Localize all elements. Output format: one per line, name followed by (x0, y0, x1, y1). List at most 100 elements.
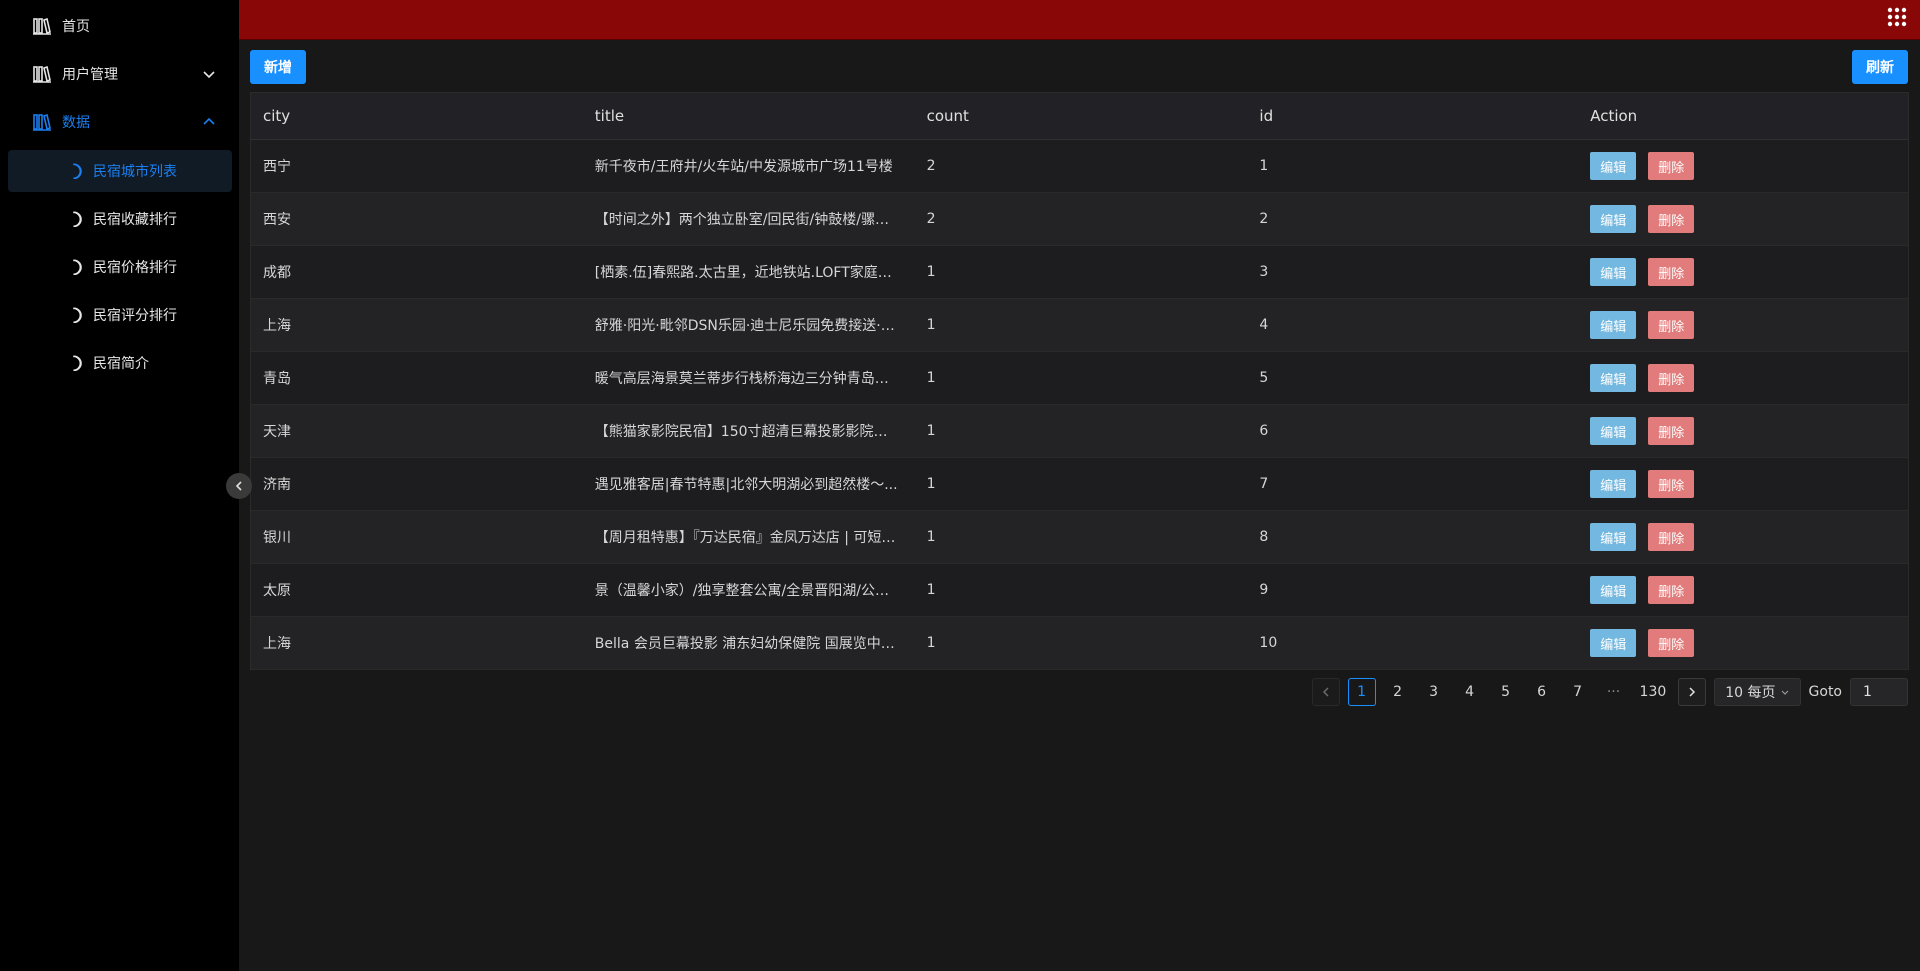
edit-button[interactable]: 编辑 (1590, 311, 1637, 339)
chevron-up-icon (203, 117, 215, 125)
sidebar-item-label: 首页 (62, 19, 90, 35)
cell-action: 编辑 删除 (1578, 311, 1908, 339)
page-button-last[interactable]: 130 (1636, 678, 1671, 706)
moon-icon (64, 257, 84, 277)
cell-title: 【时间之外】两个独立卧室/回民街/钟鼓楼/骡马市... (594, 212, 915, 228)
column-header-id: id (1259, 107, 1274, 125)
cell-city: 济南 (263, 477, 291, 493)
cell-city: 青岛 (263, 371, 291, 387)
sidebar-collapse-button[interactable] (226, 473, 252, 499)
page-ellipsis[interactable]: ··· (1600, 684, 1628, 700)
table-row: 上海 Bella 会员巨幕投影 浦东妇幼保健院 国展览中心... 1 10 编辑 删除 (251, 617, 1908, 670)
moon-icon (64, 161, 84, 181)
cell-title: 舒雅·阳光·毗邻DSN乐园·迪士尼乐园免费接送·早餐... (594, 318, 915, 334)
cell-count: 2 (926, 211, 936, 227)
page-button-5[interactable]: 5 (1492, 678, 1520, 706)
cell-title: [栖素.伍]春熙路.太古里，近地铁站.LOFT家庭影院... (594, 265, 915, 281)
cell-count: 1 (926, 476, 936, 492)
cell-city: 成都 (263, 265, 291, 281)
edit-button[interactable]: 编辑 (1590, 629, 1637, 657)
cell-id: 10 (1259, 635, 1278, 651)
sidebar-item-user-management[interactable]: 用户管理 (0, 54, 239, 94)
cell-id: 6 (1259, 423, 1269, 439)
page-button-1[interactable]: 1 (1347, 678, 1376, 706)
column-header-title: title (594, 107, 625, 125)
sidebar-subitem-intro[interactable]: 民宿简介 (8, 342, 232, 384)
sidebar: 首页 用户管理 数据 民宿城市列表 民宿收藏排行 民宿价格排行 民宿评分排行 民… (0, 0, 239, 971)
cell-id: 8 (1259, 529, 1269, 545)
table-row: 太原 景（温馨小家）/独享整套公寓/全景晋阳湖/公园... 1 9 编辑 删除 (251, 564, 1908, 617)
sidebar-subitem-favorites-rank[interactable]: 民宿收藏排行 (8, 198, 232, 240)
cell-action: 编辑 删除 (1578, 629, 1908, 657)
page-button-7[interactable]: 7 (1564, 678, 1592, 706)
cell-id: 5 (1259, 370, 1269, 386)
page-size-value: 10 每页 (1725, 685, 1776, 701)
cell-city: 银川 (263, 530, 291, 546)
add-button[interactable]: 新增 (250, 50, 306, 84)
cell-action: 编辑 删除 (1578, 258, 1908, 286)
delete-button[interactable]: 删除 (1648, 417, 1695, 445)
sidebar-subitem-label: 民宿城市列表 (93, 164, 177, 180)
edit-button[interactable]: 编辑 (1590, 523, 1637, 551)
cell-action: 编辑 删除 (1578, 364, 1908, 392)
prev-page-button[interactable] (1311, 678, 1340, 706)
page-button-3[interactable]: 3 (1420, 678, 1448, 706)
chevron-left-icon (235, 481, 242, 491)
delete-button[interactable]: 删除 (1648, 576, 1695, 604)
data-table: city title count id Action 西宁 新千夜市/王府井/火车… (250, 92, 1909, 670)
goto-page-input[interactable] (1850, 678, 1908, 706)
edit-button[interactable]: 编辑 (1590, 258, 1637, 286)
cell-action: 编辑 删除 (1578, 417, 1908, 445)
edit-button[interactable]: 编辑 (1590, 205, 1637, 233)
edit-button[interactable]: 编辑 (1590, 417, 1637, 445)
cell-title: 暖气高层海景莫兰蒂步行栈桥海边三分钟青岛站... (594, 371, 903, 387)
edit-button[interactable]: 编辑 (1590, 576, 1637, 604)
edit-button[interactable]: 编辑 (1590, 470, 1637, 498)
library-icon (31, 63, 53, 85)
library-icon (31, 111, 53, 133)
cell-city: 西宁 (263, 159, 291, 175)
delete-button[interactable]: 删除 (1648, 364, 1695, 392)
sidebar-item-label: 用户管理 (62, 67, 118, 83)
cell-action: 编辑 删除 (1578, 576, 1908, 604)
page-size-select[interactable]: 10 每页 (1714, 678, 1801, 706)
page-button-2[interactable]: 2 (1384, 678, 1412, 706)
delete-button[interactable]: 删除 (1648, 470, 1695, 498)
sidebar-subitem-price-rank[interactable]: 民宿价格排行 (8, 246, 232, 288)
cell-count: 1 (926, 423, 936, 439)
sidebar-subitem-label: 民宿收藏排行 (93, 212, 177, 228)
sidebar-item-data[interactable]: 数据 (0, 102, 239, 142)
cell-count: 1 (926, 264, 936, 280)
table-row: 济南 遇见雅客居|春节特惠|北邻大明湖必到超然楼～... 1 7 编辑 删除 (251, 458, 1908, 511)
refresh-button[interactable]: 刷新 (1852, 50, 1908, 84)
page-button-4[interactable]: 4 (1456, 678, 1484, 706)
delete-button[interactable]: 删除 (1648, 523, 1695, 551)
delete-button[interactable]: 删除 (1648, 258, 1695, 286)
chevron-right-icon (1689, 687, 1696, 697)
delete-button[interactable]: 删除 (1648, 152, 1695, 180)
apps-grid-icon[interactable] (1886, 6, 1908, 28)
sidebar-subitem-city-list[interactable]: 民宿城市列表 (8, 150, 232, 192)
edit-button[interactable]: 编辑 (1590, 152, 1637, 180)
page-button-6[interactable]: 6 (1528, 678, 1556, 706)
sidebar-item-home[interactable]: 首页 (0, 6, 239, 46)
cell-count: 1 (926, 370, 936, 386)
sidebar-subitem-label: 民宿价格排行 (93, 260, 177, 276)
cell-city: 天津 (263, 424, 291, 440)
cell-count: 1 (926, 635, 936, 651)
delete-button[interactable]: 删除 (1648, 311, 1695, 339)
delete-button[interactable]: 删除 (1648, 205, 1695, 233)
sidebar-item-label: 数据 (62, 115, 90, 131)
cell-count: 1 (926, 529, 936, 545)
sidebar-subitem-rating-rank[interactable]: 民宿评分排行 (8, 294, 232, 336)
table-row: 上海 舒雅·阳光·毗邻DSN乐园·迪士尼乐园免费接送·早餐... 1 4 编辑 删除 (251, 299, 1908, 352)
cell-title: 遇见雅客居|春节特惠|北邻大明湖必到超然楼～... (594, 477, 898, 493)
cell-id: 3 (1259, 264, 1269, 280)
edit-button[interactable]: 编辑 (1590, 364, 1637, 392)
table-row: 西宁 新千夜市/王府井/火车站/中发源城市广场11号楼 2 1 编辑 删除 (251, 140, 1908, 193)
delete-button[interactable]: 删除 (1648, 629, 1695, 657)
cell-title: 新千夜市/王府井/火车站/中发源城市广场11号楼 (594, 159, 893, 175)
cell-action: 编辑 删除 (1578, 152, 1908, 180)
next-page-button[interactable] (1678, 678, 1707, 706)
goto-label: Goto (1808, 684, 1842, 700)
